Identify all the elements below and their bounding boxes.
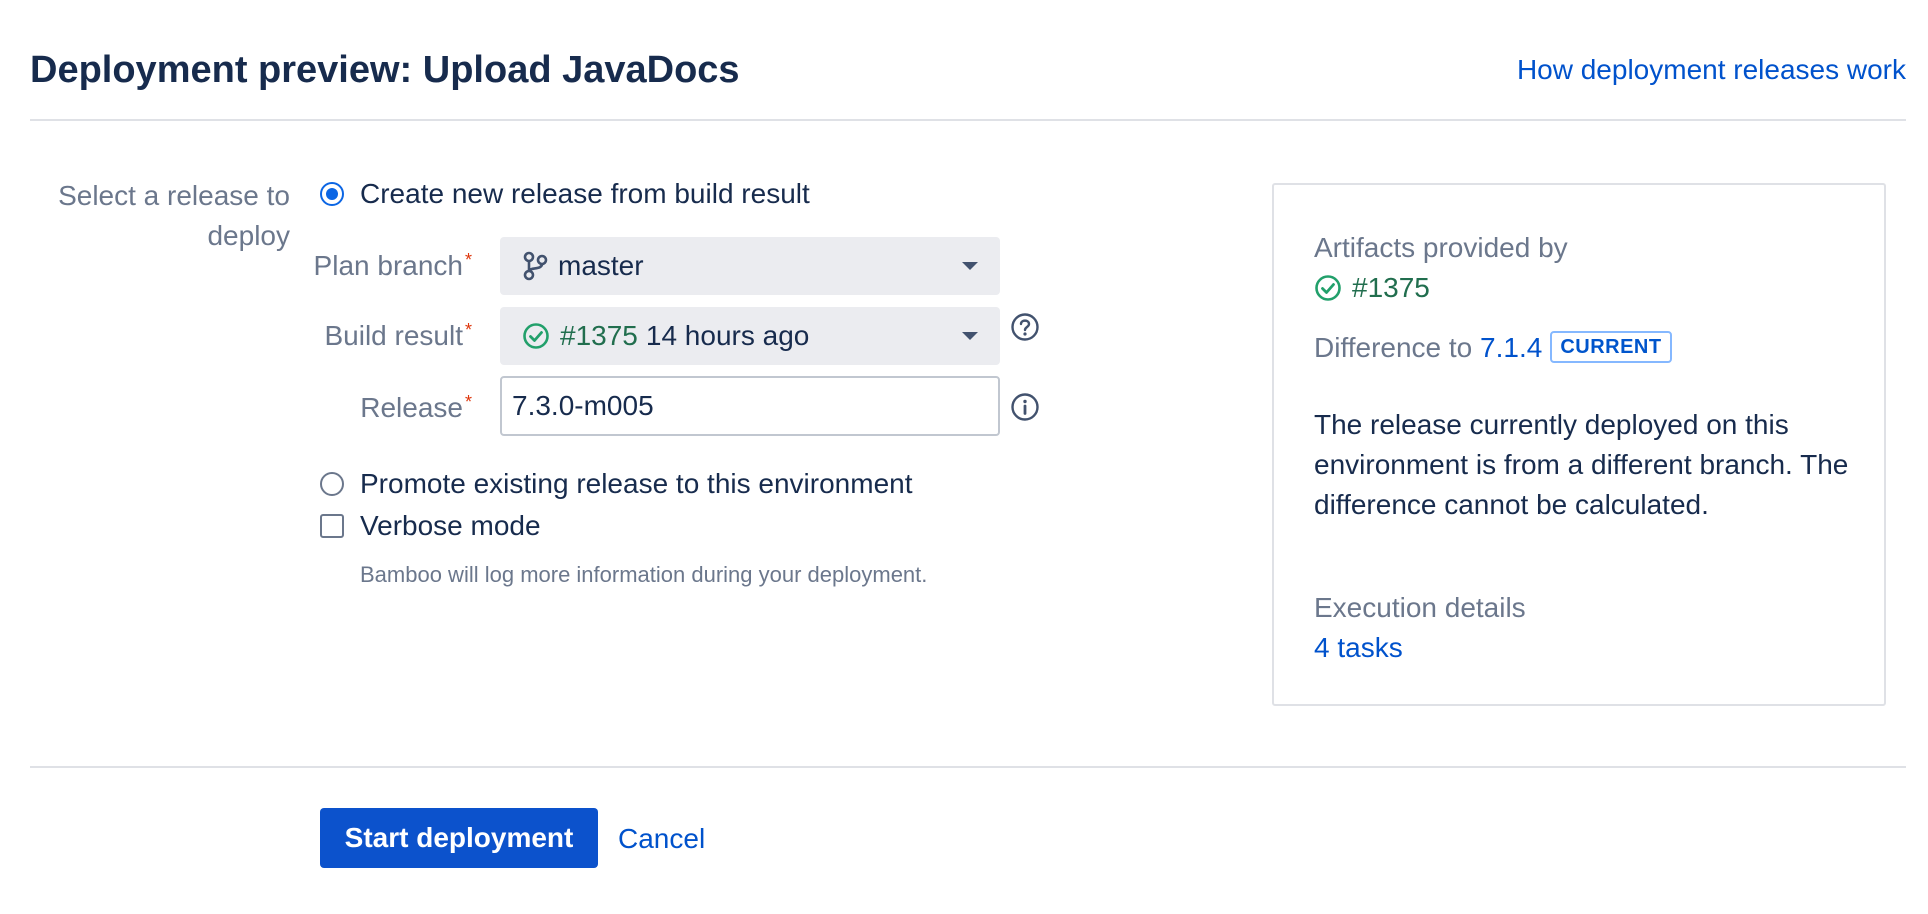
build-result-label: Build result * [324,318,472,354]
artifacts-build: #1375 [1314,268,1430,308]
artifacts-build-link[interactable]: #1375 [1352,268,1430,308]
start-deployment-button[interactable]: Start deployment [320,808,598,868]
artifacts-provided-label: Artifacts provided by [1314,232,1568,263]
promote-release-option[interactable]: Promote existing release to this environ… [320,466,913,502]
release-label: Release * [360,390,472,426]
create-release-radio[interactable] [320,182,344,206]
create-release-label: Create new release from build result [360,178,810,209]
plan-branch-label-text: Plan branch [313,250,463,281]
current-badge: CURRENT [1550,330,1672,363]
success-check-icon [522,322,550,350]
build-result-label-text: Build result [324,320,463,351]
verbose-mode-checkbox[interactable] [320,514,344,538]
build-result-select[interactable]: #1375 14 hours ago [500,307,1000,365]
page-title: Deployment preview: Upload JavaDocs [30,49,740,91]
create-release-option[interactable]: Create new release from build result [320,176,810,212]
info-icon[interactable] [1010,392,1040,422]
difference-message: The release currently deployed on this e… [1314,409,1849,520]
verbose-mode-help-text: Bamboo will log more information during … [360,562,928,587]
difference-version-link[interactable]: 7.1.4 [1480,332,1542,363]
required-marker: * [464,250,472,270]
how-deployment-releases-work-link[interactable]: How deployment releases work [1517,52,1906,88]
verbose-mode-option[interactable]: Verbose mode [320,508,541,544]
chevron-down-icon [962,262,978,270]
required-marker: * [464,320,472,340]
cancel-link[interactable]: Cancel [618,821,705,857]
deployment-preview-page: Deployment preview: Upload JavaDocs How … [0,0,1928,914]
verbose-mode-label: Verbose mode [360,510,541,541]
promote-release-radio[interactable] [320,472,344,496]
plan-branch-select[interactable]: master [500,237,1000,295]
execution-details-label: Execution details [1314,592,1526,623]
difference-row: Difference to 7.1.4 CURRENT [1314,328,1672,368]
question-help-icon[interactable] [1010,312,1040,342]
release-label-text: Release [360,392,463,423]
build-result-time: 14 hours ago [645,320,810,351]
success-check-icon [1314,274,1342,302]
chevron-down-icon [962,332,978,340]
release-input[interactable] [500,376,1000,436]
page-header: Deployment preview: Upload JavaDocs How … [30,0,1906,121]
release-info-panel: Artifacts provided by #1375 Difference t… [1272,183,1886,706]
select-release-label: Select a release to deploy [58,180,290,251]
footer-divider [30,766,1906,768]
build-result-number: #1375 [560,320,638,351]
required-marker: * [464,392,472,412]
difference-label: Difference to [1314,332,1473,363]
branch-icon [522,251,548,281]
plan-branch-value: master [558,250,644,281]
execution-tasks-link[interactable]: 4 tasks [1314,628,1403,668]
plan-branch-label: Plan branch * [314,248,472,284]
promote-release-label: Promote existing release to this environ… [360,468,913,499]
